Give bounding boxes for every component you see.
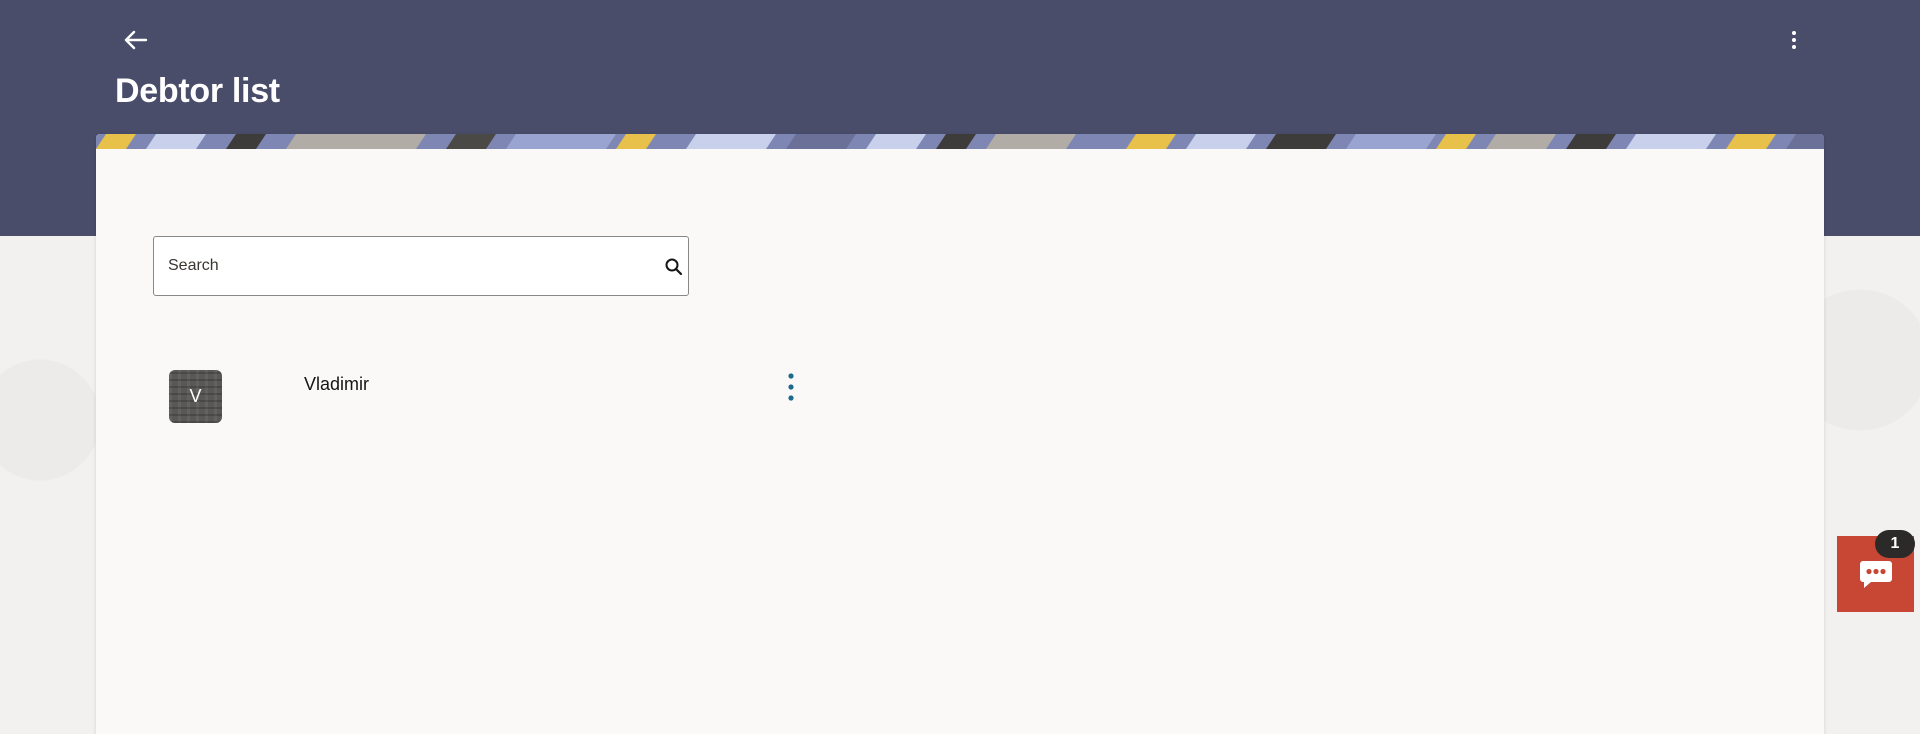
back-button[interactable]	[118, 22, 154, 58]
chat-bubble-icon	[1859, 561, 1892, 588]
decorative-banner	[96, 134, 1824, 149]
search-input[interactable]	[154, 237, 688, 295]
page-title: Debtor list	[115, 72, 280, 110]
avatar-initial: V	[189, 386, 202, 406]
more-vertical-icon	[1792, 31, 1796, 49]
arrow-left-icon	[124, 30, 148, 50]
list-item[interactable]: V Vladimir	[160, 360, 920, 440]
avatar: V	[169, 370, 222, 423]
header-menu-button[interactable]	[1780, 22, 1808, 58]
debtor-list-card: V Vladimir	[96, 134, 1824, 734]
search-icon[interactable]	[663, 256, 685, 278]
debtor-name[interactable]: Vladimir	[304, 374, 369, 395]
debtor-actions-button[interactable]	[782, 370, 800, 404]
notification-badge: 1	[1875, 530, 1915, 558]
more-vertical-icon	[788, 373, 794, 401]
search-box	[153, 236, 689, 296]
